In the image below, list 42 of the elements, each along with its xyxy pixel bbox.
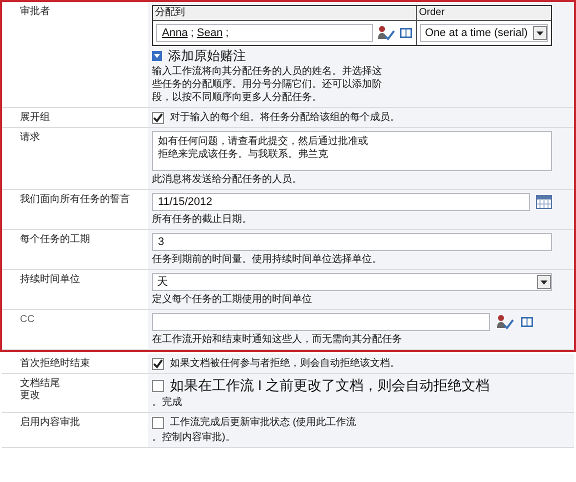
assign-to-field[interactable]: Anna ; Sean ; xyxy=(156,24,373,42)
field-label: 我们面向所有任务的誓言 xyxy=(20,194,131,206)
checkbox-label: 如果在工作流 I 之前更改了文档，则会自动拒绝文档 xyxy=(170,377,490,394)
field-label: 首次拒绝时结束 xyxy=(20,358,91,370)
order-select[interactable]: One at a time (serial) xyxy=(420,24,548,42)
checkbox[interactable] xyxy=(152,416,164,428)
checkbox-label: 对于输入的每个组。将任务分配给该组的每个成员。 xyxy=(170,111,400,124)
check-names-icon[interactable] xyxy=(377,25,395,41)
checkbox-label: 如果文档被任何参与者拒绝，则会自动拒绝该文档。 xyxy=(170,357,400,370)
field-description: 在工作流开始和结束时通知这些人，而无需向其分配任务 xyxy=(152,333,403,346)
field-label: 每个任务的工期 xyxy=(20,234,91,246)
field-description: 此消息将发送给分配任务的人员。 xyxy=(152,173,303,186)
checkbox[interactable] xyxy=(152,380,164,392)
field-description: 定义每个任务的工期使用的时间单位 xyxy=(152,293,313,306)
checkbox-label: 。完成 xyxy=(152,396,183,409)
checkbox-label: 。控制内容审批)。 xyxy=(152,431,236,444)
check-names-icon[interactable] xyxy=(496,314,514,330)
unit-select[interactable]: 天 xyxy=(152,273,552,291)
column-header: Order xyxy=(417,6,551,21)
field-description: 所有任务的截止日期。 xyxy=(152,213,253,226)
field-label: 文档结尾更改 xyxy=(20,378,61,402)
duration-field[interactable]: 3 xyxy=(152,233,552,251)
address-book-icon[interactable] xyxy=(520,315,534,329)
field-label: 审批者 xyxy=(20,6,51,18)
field-description: 任务到期前的时间量。使用持续时间单位选择单位。 xyxy=(152,253,383,266)
field-label: 展开组 xyxy=(20,112,51,124)
checkbox[interactable] xyxy=(152,112,164,124)
field-label: 请求 xyxy=(20,132,41,144)
date-field[interactable]: 11/15/2012 xyxy=(152,193,530,211)
field-label: 启用内容审批 xyxy=(20,417,81,429)
field-label: CC xyxy=(20,314,36,326)
checkbox-label: 工作流完成后更新审批状态 (使用此工作流 xyxy=(170,416,356,429)
add-stage-link[interactable]: 添加原始赌注 xyxy=(168,48,246,63)
address-book-icon[interactable] xyxy=(399,26,413,40)
field-description: 输入工作流将向其分配任务的人员的姓名。并选择这些任务的分配顺序。用分号分隔它们。还可以添加阶段，以按不同顺序向更多人分配任务。 xyxy=(152,65,383,104)
request-textarea[interactable]: 如有任何问题，请查看此提交，然后通过批准或 拒绝来完成该任务。与我联系。弗兰克 xyxy=(152,131,552,171)
cc-field[interactable] xyxy=(152,313,490,331)
checkbox[interactable] xyxy=(152,358,164,370)
calendar-icon[interactable] xyxy=(536,195,552,209)
expand-icon[interactable] xyxy=(152,50,162,60)
field-label: 持续时间单位 xyxy=(20,274,81,286)
column-header: 分配到 xyxy=(153,6,417,21)
